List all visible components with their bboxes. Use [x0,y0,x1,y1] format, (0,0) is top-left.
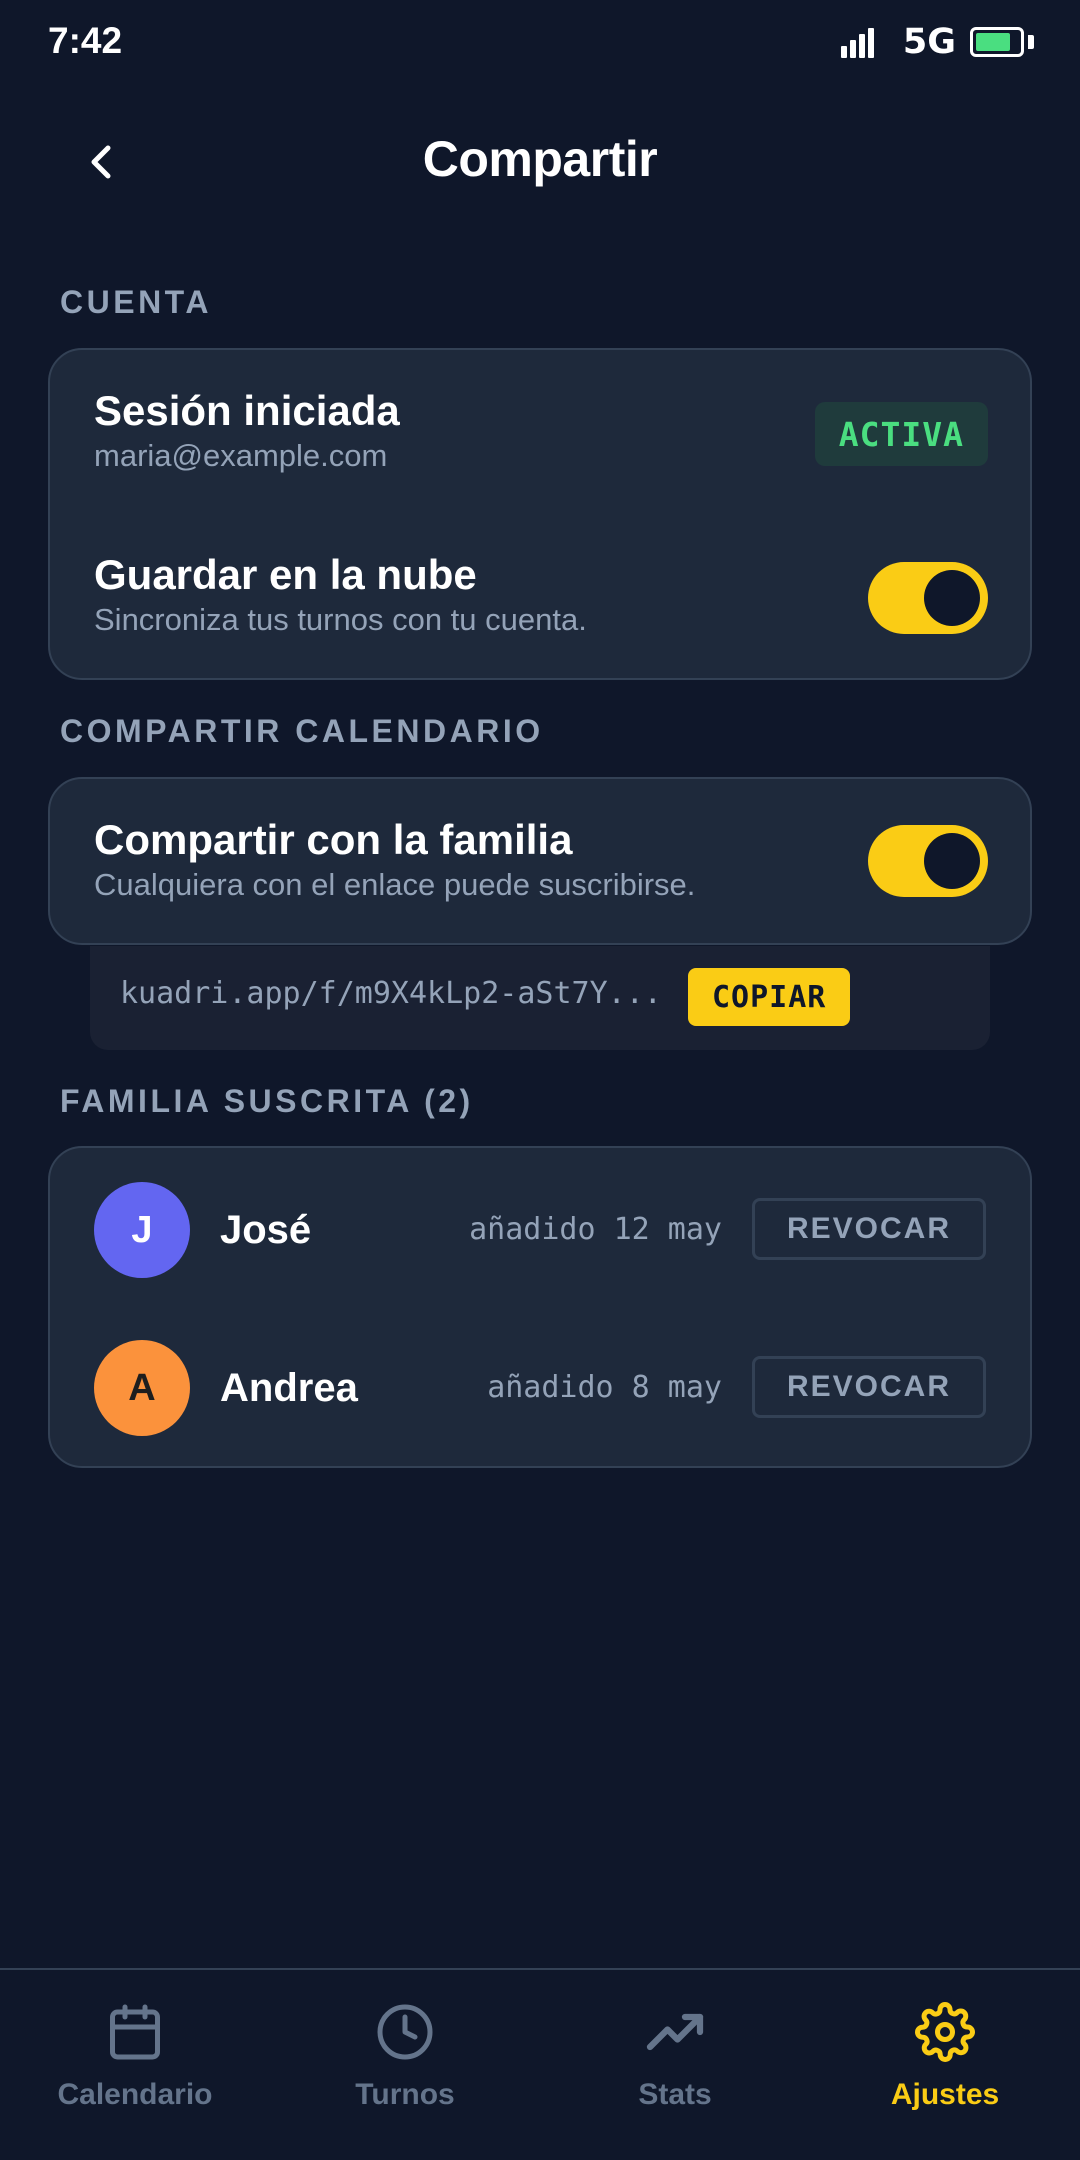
status-indicators: 5G [840,22,1034,62]
family-share-row: Compartir con la familia Cualquiera con … [94,815,986,905]
trending-up-icon [646,2013,704,2051]
share-link-box: kuadri.app/f/m9X4kLp2-aSt7Y... COPIAR [90,946,990,1050]
toggle-knob [924,833,980,889]
cloud-subtitle: Sincroniza tus turnos con tu cuenta. [94,602,587,637]
bottom-nav: Calendario Turnos Stats Ajustes [0,1968,1080,2160]
network-type: 5G [902,22,956,62]
revoke-button[interactable]: REVOCAR [752,1198,986,1260]
header: Compartir [0,110,1080,210]
revoke-button[interactable]: REVOCAR [752,1356,986,1418]
battery-level [976,33,1010,51]
account-card: Sesión iniciada maria@example.com ACTIVA… [48,348,1032,680]
nav-item-ajustes[interactable]: Ajustes [810,2002,1080,2142]
signal-icon [840,26,877,58]
status-time: 7:42 [48,20,123,61]
section-label-family: FAMILIA SUSCRITA (2) [60,1083,474,1119]
nav-item-turnos[interactable]: Turnos [270,2002,540,2142]
member-name: José [220,1208,312,1252]
copy-button[interactable]: COPIAR [688,968,851,1026]
calendar-icon [110,2004,160,2060]
status-badge: ACTIVA [814,402,988,466]
avatar: A [94,1340,190,1436]
nav-item-stats[interactable]: Stats [540,2002,810,2142]
nav-label: Stats [638,2078,712,2111]
status-bar: 7:42 5G [0,0,1080,84]
cloud-row: Guardar en la nube Sincroniza tus turnos… [94,550,986,640]
nav-label: Turnos [355,2078,455,2111]
nav-label: Calendario [57,2078,213,2111]
family-share-toggle[interactable] [868,825,988,897]
battery-tip [1028,35,1034,49]
member-added-date: añadido 12 may [469,1212,722,1247]
member-added-date: añadido 8 may [487,1370,722,1405]
family-share-title: Compartir con la familia [94,816,573,863]
nav-label: Ajustes [890,2078,1000,2111]
family-card: J José añadido 12 may REVOCAR A Andrea a… [48,1146,1032,1468]
share-link[interactable]: kuadri.app/f/m9X4kLp2-aSt7Y... [120,976,662,1011]
nav-item-calendario[interactable]: Calendario [0,2002,270,2142]
section-label-account: CUENTA [60,284,212,320]
family-share-subtitle: Cualquiera con el enlace puede suscribir… [94,867,696,902]
toggle-knob [924,570,980,626]
clock-icon [377,2004,433,2060]
member-row: J José añadido 12 may REVOCAR [94,1182,986,1282]
battery-icon [970,27,1024,57]
member-row: A Andrea añadido 8 may REVOCAR [94,1340,986,1440]
share-card: Compartir con la familia Cualquiera con … [48,777,1032,945]
page-title: Compartir [422,131,658,187]
cloud-toggle[interactable] [868,562,988,634]
gear-icon [915,2002,975,2062]
avatar: J [94,1182,190,1278]
cloud-title: Guardar en la nube [94,551,477,598]
section-label-share: COMPARTIR CALENDARIO [60,713,544,749]
member-name: Andrea [220,1366,358,1410]
